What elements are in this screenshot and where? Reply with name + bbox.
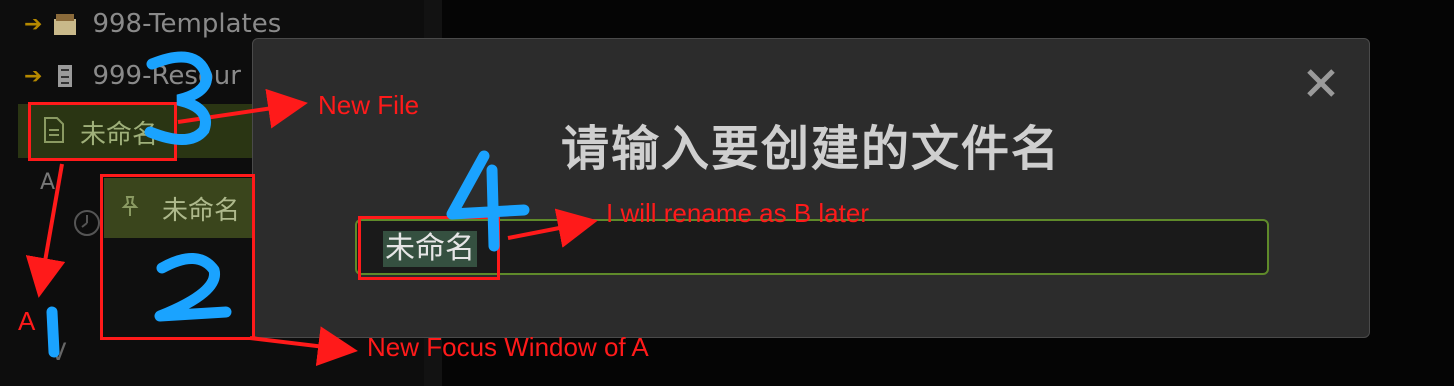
folder-row-templates[interactable]: ➔ 998-Templates [24, 6, 281, 42]
collapse-arrow-icon[interactable]: ➔ [24, 64, 42, 89]
dialog-title: 请输入要创建的文件名 [560, 121, 1061, 177]
annotation-box-new-file [28, 102, 177, 161]
clock-icon [72, 208, 102, 242]
annotation-box-input-value [358, 216, 500, 280]
annotation-box-focus-window [100, 174, 255, 340]
partial-tree-row[interactable]: V [50, 338, 66, 366]
create-file-dialog: 请输入要创建的文件名 未命名 [252, 38, 1370, 338]
folder-row-resources[interactable]: ➔ 999-Resour [24, 58, 241, 94]
annotation-new-file: New File [318, 90, 420, 120]
annotation-label-a: A [18, 306, 36, 336]
annotation-rename-note: I will rename as B later [606, 198, 869, 228]
folder-label: 999-Resour [92, 61, 241, 91]
cabinet-icon [52, 63, 78, 89]
collapse-arrow-icon[interactable]: ➔ [24, 12, 42, 37]
folder-label: 998-Templates [92, 9, 282, 39]
annotation-focus-window-note: New Focus Window of A [367, 332, 649, 362]
folder-box-icon [52, 11, 78, 37]
close-icon[interactable] [1301, 63, 1341, 103]
partial-tree-row[interactable]: A [40, 170, 55, 195]
